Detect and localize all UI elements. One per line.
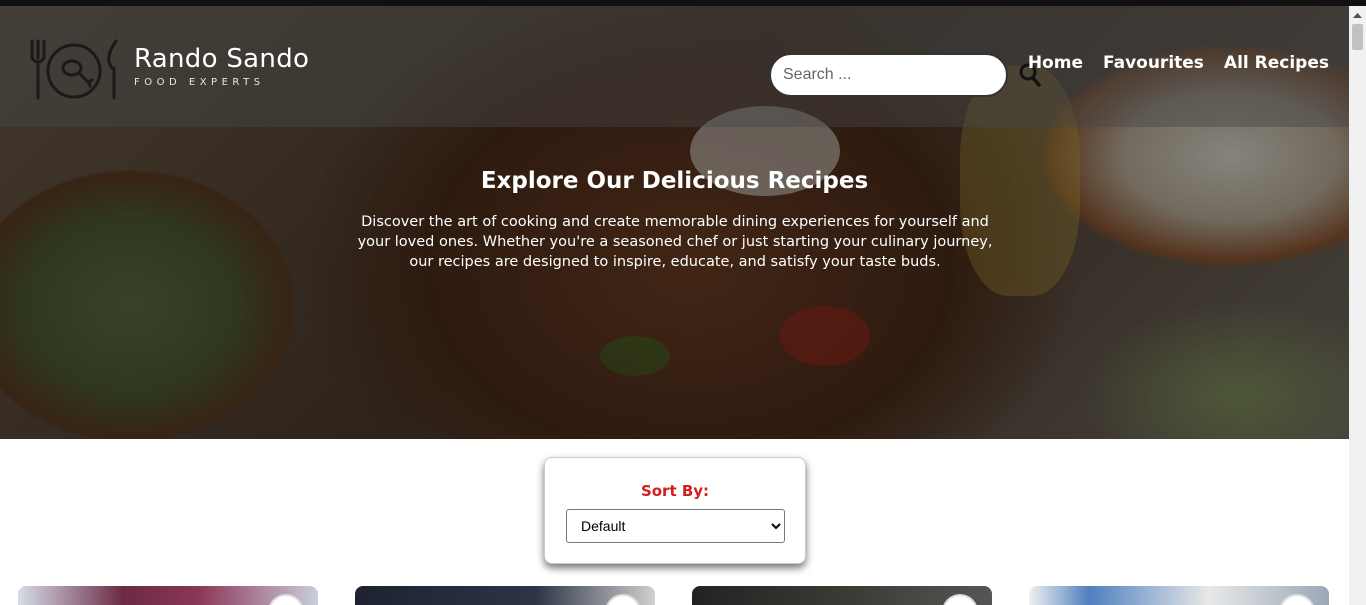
- recipe-card[interactable]: [692, 586, 992, 605]
- favourite-heart-icon[interactable]: [942, 594, 978, 605]
- scroll-thumb[interactable]: [1352, 24, 1363, 50]
- search-input[interactable]: [769, 53, 1008, 97]
- nav-links: Home Favourites All Recipes: [1028, 53, 1329, 73]
- favourite-heart-icon[interactable]: [268, 594, 304, 605]
- sort-select[interactable]: Default: [566, 509, 785, 543]
- hero-description: Discover the art of cooking and create m…: [357, 214, 993, 270]
- sort-panel: Sort By: Default: [544, 457, 806, 564]
- recipe-card[interactable]: [18, 586, 318, 605]
- brand-tagline: FOOD EXPERTS: [134, 77, 265, 88]
- scroll-up-arrow-icon[interactable]: [1349, 10, 1366, 22]
- hero-title: Explore Our Delicious Recipes: [480, 168, 869, 194]
- cutlery-plate-icon: [30, 39, 118, 100]
- favourite-heart-icon[interactable]: [1279, 594, 1315, 605]
- nav-link-home[interactable]: Home: [1028, 53, 1083, 73]
- page-scrollbar[interactable]: [1349, 6, 1366, 605]
- sort-label: Sort By:: [640, 482, 710, 500]
- brand-name: Rando Sando: [134, 44, 310, 74]
- nav-link-all-recipes[interactable]: All Recipes: [1224, 53, 1329, 73]
- recipe-card[interactable]: [355, 586, 655, 605]
- logo[interactable]: Rando Sando FOOD EXPERTS: [28, 36, 328, 106]
- favourite-heart-icon[interactable]: [605, 594, 641, 605]
- nav-link-favourites[interactable]: Favourites: [1103, 53, 1204, 73]
- navbar: Rando Sando FOOD EXPERTS Home Favourites…: [0, 6, 1349, 127]
- recipe-card[interactable]: [1029, 586, 1329, 605]
